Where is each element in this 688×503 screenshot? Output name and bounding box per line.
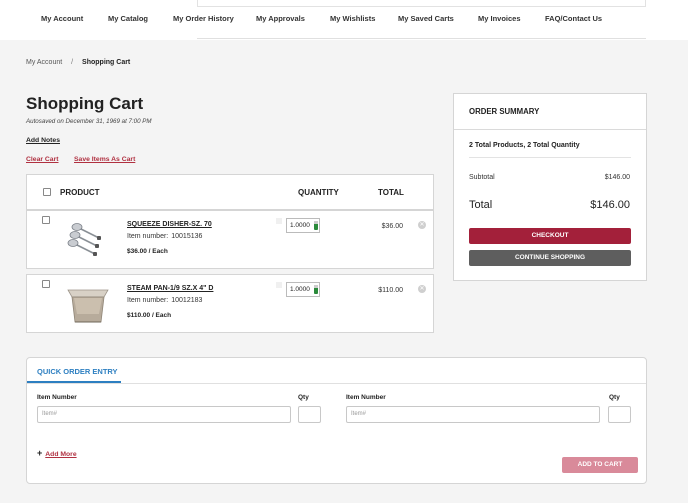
- item-number-input[interactable]: Item#: [37, 406, 291, 423]
- item-number-label: Item number:: [127, 297, 169, 304]
- nav-my-catalog[interactable]: My Catalog: [108, 14, 148, 23]
- line-total: $110.00: [378, 287, 403, 294]
- unit-price: $36.00 / Each: [127, 248, 168, 255]
- cart-item-row: STEAM PAN-1/9 SZ.X 4" D Item number: 1001…: [26, 274, 434, 333]
- subtotal-label: Subtotal: [469, 174, 495, 181]
- quantity-stepper[interactable]: 1.0000: [286, 282, 320, 297]
- summary-divider: [454, 129, 646, 130]
- item-number-placeholder: Item#: [42, 411, 58, 417]
- nav-my-saved-carts[interactable]: My Saved Carts: [398, 14, 454, 23]
- add-more-link[interactable]: + Add More: [37, 448, 77, 458]
- add-to-cart-button[interactable]: ADD TO CART: [562, 457, 638, 473]
- nav-my-approvals[interactable]: My Approvals: [256, 14, 305, 23]
- item-number-input[interactable]: Item#: [346, 406, 600, 423]
- cart-table-header: PRODUCT QUANTITY TOTAL: [26, 174, 434, 210]
- page-title: Shopping Cart: [26, 94, 144, 113]
- summary-product-count: 2 Total Products, 2 Total Quantity: [469, 142, 580, 149]
- total-value: $146.00: [590, 199, 630, 211]
- qty-label: Qty: [298, 394, 309, 401]
- quantity-value: 1.0000: [290, 222, 310, 229]
- product-item-number: Item number: 10012183: [127, 297, 202, 304]
- steam-pan-product-icon[interactable]: [63, 280, 113, 327]
- item-number-placeholder: Item#: [351, 411, 367, 417]
- disher-product-icon[interactable]: [63, 216, 113, 263]
- continue-shopping-button[interactable]: CONTINUE SHOPPING: [469, 250, 631, 266]
- main-nav: My Account My Catalog My Order History M…: [0, 14, 688, 28]
- item-number-label: Item Number: [37, 394, 77, 401]
- column-product: PRODUCT: [60, 188, 100, 197]
- checkout-button[interactable]: CHECKOUT: [469, 228, 631, 244]
- total-label: Total: [469, 199, 493, 211]
- item-number-label: Item number:: [127, 233, 169, 240]
- tab-quick-order-entry[interactable]: QUICK ORDER ENTRY: [37, 367, 118, 376]
- product-item-number: Item number: 10015136: [127, 233, 202, 240]
- nav-faq-contact[interactable]: FAQ/Contact Us: [545, 14, 602, 23]
- item-number-value: 10012183: [171, 297, 203, 304]
- qty-input[interactable]: [298, 406, 321, 423]
- item-number-value: 10015136: [171, 233, 203, 240]
- header-strip: [197, 0, 646, 7]
- clear-cart-link[interactable]: Clear Cart: [26, 156, 59, 163]
- nav-my-invoices[interactable]: My Invoices: [478, 14, 521, 23]
- summary-divider: [469, 157, 631, 158]
- nav-my-account[interactable]: My Account: [41, 14, 83, 23]
- breadcrumb-my-account[interactable]: My Account: [26, 59, 62, 66]
- subtotal-value: $146.00: [604, 174, 630, 181]
- save-items-as-cart-link[interactable]: Save Items As Cart: [74, 156, 135, 163]
- unit-price: $110.00 / Each: [127, 312, 172, 319]
- remove-item-icon[interactable]: ✕: [418, 221, 426, 229]
- product-name-link[interactable]: STEAM PAN-1/9 SZ.X 4" D: [127, 285, 213, 292]
- column-total: TOTAL: [378, 188, 404, 197]
- autosaved-status: Autosaved on December 31, 1969 at 7:00 P…: [26, 118, 152, 125]
- product-name-link[interactable]: SQUEEZE DISHER-SZ. 70: [127, 221, 212, 228]
- quantity-marker: [276, 218, 282, 224]
- add-more-label: Add More: [45, 451, 77, 458]
- order-summary-title: ORDER SUMMARY: [469, 107, 540, 116]
- quantity-stepper[interactable]: 1.0000: [286, 218, 320, 233]
- cart-item-row: SQUEEZE DISHER-SZ. 70 Item number: 100151…: [26, 210, 434, 269]
- qty-label: Qty: [609, 394, 620, 401]
- quantity-spin-icon[interactable]: [314, 221, 318, 230]
- line-total: $36.00: [381, 223, 403, 230]
- top-navigation-bar: My Account My Catalog My Order History M…: [0, 0, 688, 40]
- remove-item-icon[interactable]: ✕: [418, 285, 426, 293]
- item-number-label: Item Number: [346, 394, 386, 401]
- nav-my-wishlists[interactable]: My Wishlists: [330, 14, 375, 23]
- quantity-spin-icon[interactable]: [314, 285, 318, 294]
- breadcrumb: My Account / Shopping Cart: [26, 59, 130, 66]
- select-all-checkbox[interactable]: [43, 188, 51, 196]
- add-notes-link[interactable]: Add Notes: [26, 137, 60, 144]
- quantity-value: 1.0000: [290, 286, 310, 293]
- item-checkbox[interactable]: [42, 216, 50, 224]
- order-summary-panel: ORDER SUMMARY 2 Total Products, 2 Total …: [453, 93, 647, 281]
- qty-input[interactable]: [608, 406, 631, 423]
- item-checkbox[interactable]: [42, 280, 50, 288]
- nav-divider: [197, 38, 646, 39]
- quantity-marker: [276, 282, 282, 288]
- quick-order-entry-panel: QUICK ORDER ENTRY Item Number Qty Item N…: [26, 357, 647, 484]
- breadcrumb-current: Shopping Cart: [82, 59, 131, 66]
- tab-divider: [27, 383, 646, 384]
- column-quantity: QUANTITY: [298, 188, 339, 197]
- plus-icon: +: [37, 448, 43, 458]
- nav-my-order-history[interactable]: My Order History: [173, 14, 234, 23]
- breadcrumb-separator: /: [71, 59, 74, 66]
